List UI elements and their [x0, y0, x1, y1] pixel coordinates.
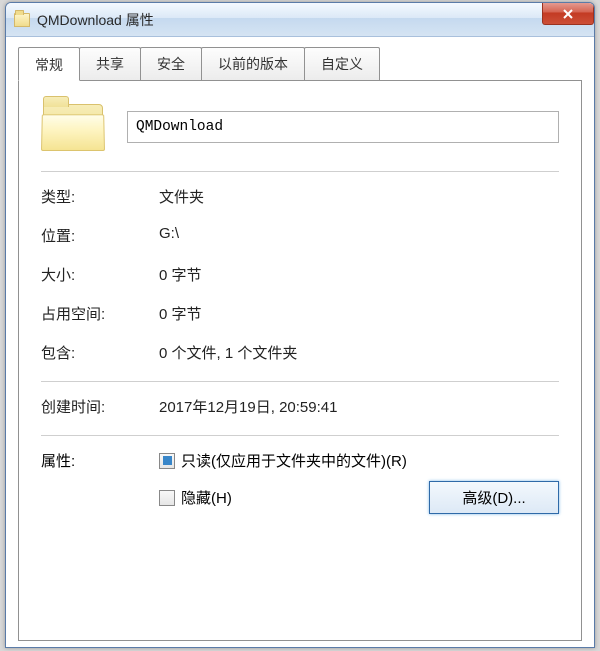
created-value: 2017年12月19日, 20:59:41 — [159, 396, 559, 417]
hidden-row: 隐藏(H) — [159, 487, 232, 508]
tab-security[interactable]: 安全 — [140, 47, 202, 80]
readonly-label: 只读(仅应用于文件夹中的文件)(R) — [181, 450, 407, 471]
properties-dialog: QMDownload 属性 常规 共享 安全 以前的版本 自定义 — [5, 2, 595, 648]
size-value: 0 字节 — [159, 264, 559, 285]
type-label: 类型: — [41, 186, 159, 207]
titlebar: QMDownload 属性 — [6, 3, 594, 37]
disk-value: 0 字节 — [159, 303, 559, 324]
advanced-button[interactable]: 高级(D)... — [429, 481, 559, 514]
disk-label: 占用空间: — [41, 303, 159, 324]
readonly-row: 只读(仅应用于文件夹中的文件)(R) — [159, 450, 559, 471]
contains-label: 包含: — [41, 342, 159, 363]
close-icon — [562, 8, 574, 20]
size-label: 大小: — [41, 264, 159, 285]
folder-name-input[interactable] — [127, 111, 559, 143]
tab-general[interactable]: 常规 — [18, 47, 80, 81]
folder-name-row — [41, 101, 559, 153]
location-label: 位置: — [41, 225, 159, 246]
hidden-checkbox[interactable] — [159, 490, 175, 506]
location-value: G:\ — [159, 225, 559, 246]
created-label: 创建时间: — [41, 396, 159, 417]
row-size: 大小: 0 字节 — [41, 264, 559, 285]
separator — [41, 171, 559, 172]
row-created: 创建时间: 2017年12月19日, 20:59:41 — [41, 396, 559, 417]
close-button[interactable] — [542, 3, 594, 25]
row-location: 位置: G:\ — [41, 225, 559, 246]
tab-strip: 常规 共享 安全 以前的版本 自定义 — [18, 47, 582, 81]
content-area: 常规 共享 安全 以前的版本 自定义 类型: 文件夹 — [6, 37, 594, 647]
large-folder-icon — [41, 101, 107, 153]
hidden-label: 隐藏(H) — [181, 487, 232, 508]
separator — [41, 381, 559, 382]
type-value: 文件夹 — [159, 186, 559, 207]
row-size-on-disk: 占用空间: 0 字节 — [41, 303, 559, 324]
window-title: QMDownload 属性 — [37, 10, 154, 30]
separator — [41, 435, 559, 436]
row-type: 类型: 文件夹 — [41, 186, 559, 207]
tab-customize[interactable]: 自定义 — [304, 47, 380, 80]
attributes-section: 属性: 只读(仅应用于文件夹中的文件)(R) 隐藏(H) 高级(D)... — [41, 450, 559, 514]
contains-value: 0 个文件, 1 个文件夹 — [159, 342, 559, 363]
readonly-checkbox[interactable] — [159, 453, 175, 469]
row-contains: 包含: 0 个文件, 1 个文件夹 — [41, 342, 559, 363]
tab-previous-versions[interactable]: 以前的版本 — [201, 47, 305, 80]
tab-sharing[interactable]: 共享 — [79, 47, 141, 80]
folder-icon — [14, 13, 30, 27]
attributes-label: 属性: — [41, 450, 159, 514]
tab-panel-general: 类型: 文件夹 位置: G:\ 大小: 0 字节 占用空间: 0 字节 包含: … — [18, 81, 582, 641]
